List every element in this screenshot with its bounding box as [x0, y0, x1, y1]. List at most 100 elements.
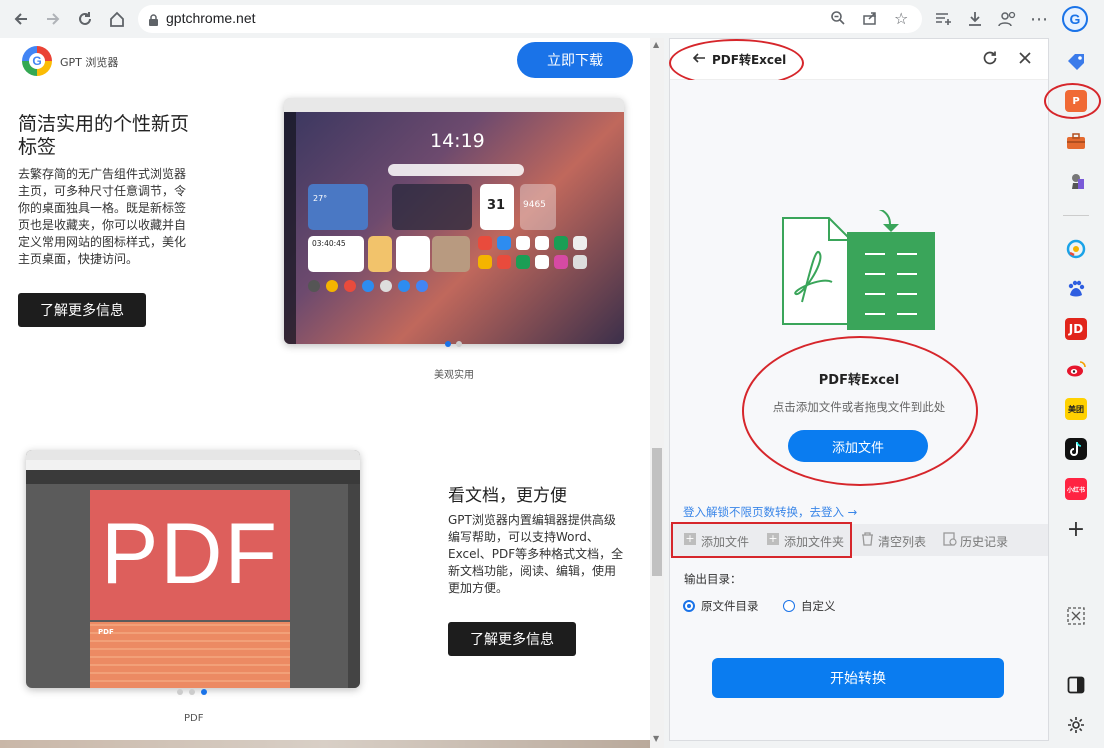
zoom-icon[interactable] [830, 10, 846, 30]
gpt-extension-icon[interactable]: G [1062, 6, 1088, 32]
forward-icon[interactable] [42, 8, 64, 30]
tiktok-icon[interactable] [1065, 438, 1087, 460]
toolbar-clear-list[interactable]: 清空列表 [878, 533, 926, 550]
trash-icon[interactable] [861, 531, 874, 550]
lock-icon[interactable] [148, 12, 159, 31]
carousel-dot[interactable] [456, 341, 462, 347]
mock-dock [308, 280, 468, 294]
jd-icon[interactable]: JD [1065, 318, 1087, 340]
mock-time: 03:40:45 [312, 239, 346, 248]
toolbar-history[interactable]: 历史记录 [960, 533, 1008, 550]
learn-more-button-1[interactable]: 了解更多信息 [18, 293, 146, 327]
share-icon[interactable] [862, 10, 878, 30]
address-bar[interactable]: gptchrome.net ☆ [138, 5, 922, 33]
chess-icon[interactable] [1065, 170, 1087, 192]
more-menu-icon[interactable]: ⋯ [1028, 8, 1050, 30]
mock-count: 9465 [523, 200, 546, 210]
desc-line: 定义常用网站的图标样式，美化 [18, 235, 187, 249]
desc-line: 主页桌面，快捷访问。 [18, 252, 139, 266]
mock-widget-pet [368, 236, 392, 272]
carousel-dot[interactable] [177, 689, 183, 695]
pdf-big-text: PDF [101, 506, 279, 602]
annotation-box [671, 522, 852, 558]
desc-line: 更加方便。 [448, 581, 509, 595]
panel-header: PDF转Excel [669, 39, 1048, 87]
annotation-circle [1044, 83, 1101, 119]
chat-app-icon[interactable] [1065, 238, 1087, 260]
reload-icon[interactable] [74, 8, 96, 30]
newtab-screenshot: 14:19 27° 31 9465 03:40:45 [284, 98, 624, 344]
mock-widget-time: 03:40:45 [308, 236, 364, 272]
start-convert-button[interactable]: 开始转换 [712, 658, 1004, 698]
desc-line: GPT浏览器内置编辑器提供高级 [448, 513, 616, 527]
bookmark-star-icon[interactable]: ☆ [894, 9, 908, 28]
logo-text[interactable]: GPT 浏览器 [60, 54, 118, 70]
panel-body: PDF转Excel 点击添加文件或者拖曳文件到此处 添加文件 登入解锁不限页数转… [670, 80, 1048, 740]
add-sidebar-app-icon[interactable]: + [1065, 517, 1087, 542]
learn-more-button-2[interactable]: 了解更多信息 [448, 622, 576, 656]
url-text[interactable]: gptchrome.net [166, 10, 256, 26]
page-scrollbar[interactable]: ▲ ▼ [650, 38, 664, 748]
radio-custom-dir[interactable] [783, 600, 795, 612]
section1-title: 简洁实用的个性新页 标签 [18, 113, 189, 159]
section2-description: GPT浏览器内置编辑器提供高级 编写帮助，可以支持Word、 Excel、PDF… [448, 512, 623, 597]
mock-pdf-page: PDF [90, 490, 290, 620]
desc-line: 你的桌面独具一格。既是新标签 [18, 201, 187, 215]
mock-widget-note [396, 236, 430, 272]
sidebar-toggle-icon[interactable] [1065, 674, 1087, 696]
screenshot-icon[interactable] [1065, 605, 1087, 627]
carousel-dot-active[interactable] [445, 341, 451, 347]
profile-settings-icon[interactable] [996, 8, 1018, 30]
toolbox-icon[interactable] [1065, 130, 1087, 152]
annotation-circle [742, 336, 978, 486]
desc-line: Excel、PDF等多种格式文档，全 [448, 547, 624, 561]
radio-original-label[interactable]: 原文件目录 [701, 598, 759, 614]
home-icon[interactable] [106, 8, 128, 30]
reading-list-icon[interactable] [932, 8, 954, 30]
carousel-dot-active[interactable] [201, 689, 207, 695]
desc-line: 去繁存简的无广告组件式浏览器 [18, 167, 187, 181]
mock-widget-list [392, 184, 472, 230]
history-icon[interactable] [943, 531, 957, 550]
mock-sidebar [284, 112, 296, 344]
mock-search [388, 164, 524, 176]
pdf-to-excel-illustration-icon [780, 207, 940, 338]
mock-app-grid [478, 236, 588, 272]
radio-custom-label[interactable]: 自定义 [801, 598, 836, 614]
section1-title-line2: 标签 [18, 136, 57, 158]
screenshot-caption-2: PDF [184, 713, 204, 724]
mock-pdf-tabbar [26, 450, 360, 460]
desc-line: 新文档功能，阅读、编辑，使用 [448, 564, 617, 578]
mock-pdf-toolbar [26, 470, 360, 484]
pdf-small-label: PDF [98, 628, 114, 636]
right-sidebar: P JD 美团 小红书 + [1044, 38, 1104, 748]
weibo-icon[interactable] [1065, 358, 1087, 380]
gpt-logo-icon[interactable]: G [22, 46, 52, 76]
back-icon[interactable] [10, 8, 32, 30]
carousel-dot[interactable] [189, 689, 195, 695]
settings-gear-icon[interactable] [1065, 714, 1087, 736]
mock-clock: 14:19 [430, 130, 485, 152]
mock-pdf-page2: PDF [90, 622, 290, 688]
section1-title-line1: 简洁实用的个性新页 [18, 113, 190, 135]
baidu-icon[interactable] [1065, 278, 1087, 300]
refresh-icon[interactable] [982, 50, 998, 70]
sidebar-divider [1063, 215, 1089, 216]
browser-toolbar: gptchrome.net ☆ ⋯ G [0, 0, 1104, 38]
close-icon[interactable] [1018, 50, 1032, 69]
meituan-icon[interactable]: 美团 [1065, 398, 1087, 420]
mock-pdf-sidebar [348, 484, 360, 688]
scrollbar-thumb[interactable] [652, 448, 662, 576]
screenshot-caption-1: 美观实用 [434, 370, 474, 381]
mock-date: 31 [487, 198, 506, 213]
login-link[interactable]: 登入解锁不限页数转换，去登入 → [683, 504, 857, 520]
desc-line: 页也是收藏夹，你可以收藏并自 [18, 218, 187, 232]
pdf-screenshot: PDF PDF [26, 450, 360, 688]
radio-original-dir[interactable] [683, 600, 695, 612]
tag-icon[interactable] [1065, 50, 1087, 72]
section2-title: 看文档，更方便 [448, 486, 567, 506]
download-icon[interactable] [964, 8, 986, 30]
section1-description: 去繁存简的无广告组件式浏览器 主页，可多种尺寸任意调节，令 你的桌面独具一格。既… [18, 166, 186, 268]
download-now-button[interactable]: 立即下载 [517, 42, 633, 78]
xiaohongshu-icon[interactable]: 小红书 [1065, 478, 1087, 500]
